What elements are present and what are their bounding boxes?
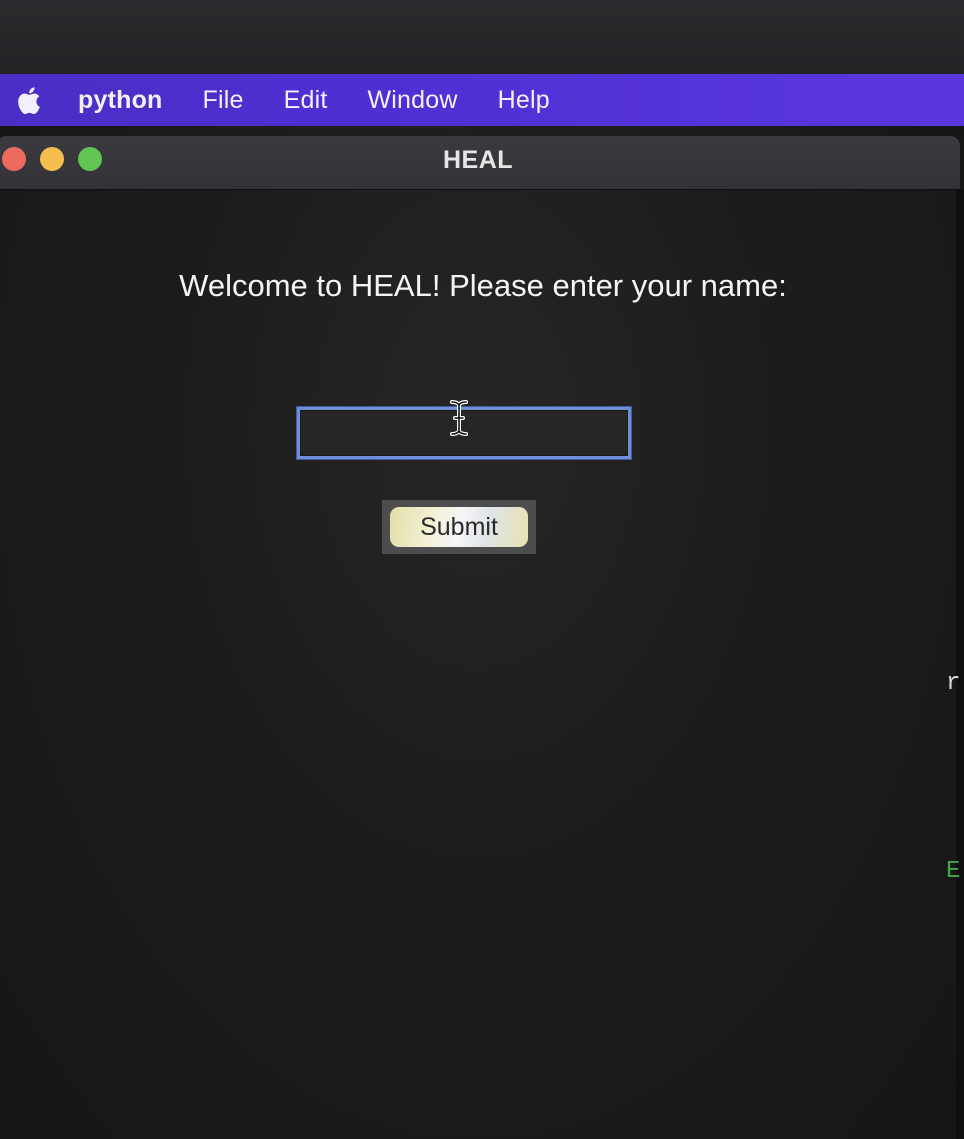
submit-button-frame: Submit	[382, 500, 536, 554]
menu-bar: python File Edit Window Help	[0, 74, 964, 126]
apple-logo-icon[interactable]	[14, 84, 42, 116]
window-titlebar[interactable]: HEAL	[0, 136, 960, 190]
submit-button[interactable]: Submit	[390, 507, 528, 547]
text-cursor-icon	[449, 400, 469, 436]
screen: python File Edit Window Help HEAL Welcom…	[0, 0, 964, 1139]
menu-edit[interactable]: Edit	[284, 86, 328, 115]
window-content: Welcome to HEAL! Please enter your name:…	[0, 190, 960, 1139]
background-terminal-edge	[956, 190, 964, 1139]
background-terminal-glyph: E	[946, 858, 961, 885]
name-prompt-label: Welcome to HEAL! Please enter your name:	[179, 268, 787, 303]
window-title: HEAL	[442, 146, 514, 174]
heal-window: HEAL Welcome to HEAL! Please enter your …	[0, 136, 960, 1139]
background-terminal-glyph: r	[946, 670, 961, 697]
menu-file[interactable]: File	[203, 86, 244, 115]
menu-window[interactable]: Window	[368, 86, 458, 115]
menu-app-name[interactable]: python	[78, 86, 163, 115]
screen-bezel	[0, 0, 964, 74]
menu-help[interactable]: Help	[498, 86, 550, 115]
